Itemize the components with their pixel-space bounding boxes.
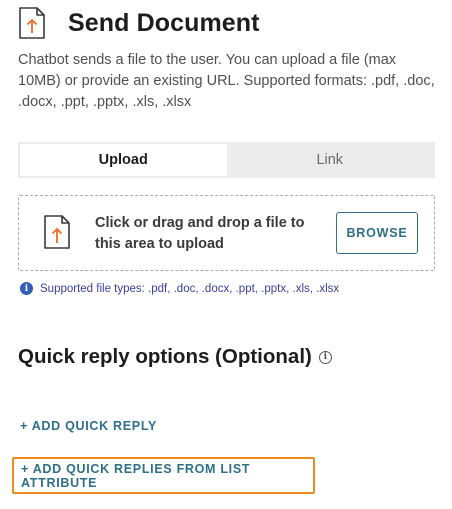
supported-types-note: i Supported file types: .pdf, .doc, .doc… — [20, 282, 339, 295]
source-tabs: Upload Link — [18, 142, 435, 178]
file-upload-icon — [19, 7, 45, 39]
browse-button[interactable]: BROWSE — [336, 212, 418, 254]
quick-reply-heading: Quick reply options (Optional) i — [18, 345, 332, 369]
dropzone-instructions: Click or drag and drop a file to this ar… — [95, 215, 305, 252]
add-quick-replies-from-list-label: + ADD QUICK REPLIES FROM LIST ATTRIBUTE — [21, 461, 251, 490]
page-title: Send Document — [68, 8, 260, 37]
add-quick-reply-button[interactable]: + ADD QUICK REPLY — [20, 419, 157, 433]
tab-upload[interactable]: Upload — [20, 144, 227, 176]
quick-reply-title: Quick reply options (Optional) — [18, 345, 312, 368]
add-quick-replies-from-list-button[interactable]: + ADD QUICK REPLIES FROM LIST ATTRIBUTE — [12, 457, 315, 494]
tab-link[interactable]: Link — [227, 144, 434, 176]
info-icon: i — [20, 282, 33, 295]
file-upload-icon — [44, 215, 70, 249]
info-icon[interactable]: i — [318, 350, 332, 364]
file-dropzone[interactable]: Click or drag and drop a file to this ar… — [18, 195, 435, 271]
page-header: Send Document — [18, 6, 260, 40]
supported-types-text: Supported file types: .pdf, .doc, .docx,… — [40, 282, 340, 295]
description-text: Chatbot sends a file to the user. You ca… — [18, 52, 435, 110]
